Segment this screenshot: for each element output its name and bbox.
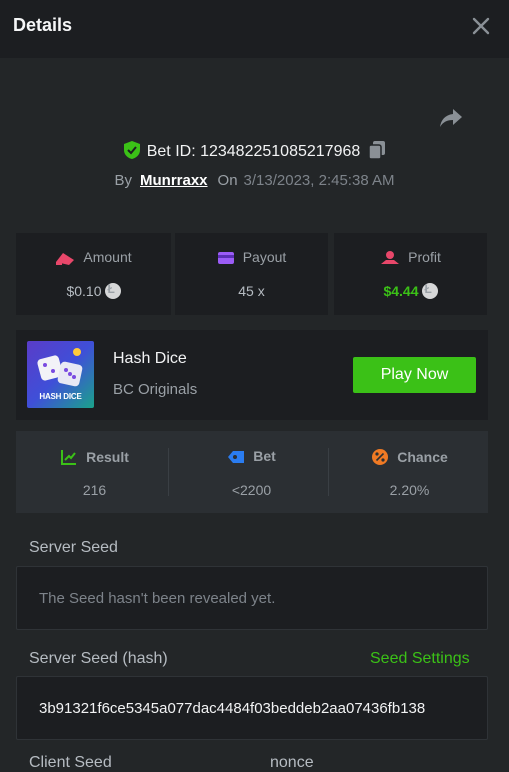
result-chart-icon [61, 450, 77, 465]
coin-icon [421, 282, 438, 299]
result-panel: Result 216 Bet <2200 Chance 2.20% [16, 431, 488, 513]
game-name: Hash Dice [113, 350, 187, 367]
server-seed-hash-label: Server Seed (hash) [29, 650, 168, 667]
modal-title: Details [13, 15, 73, 35]
payout-label: Payout [242, 249, 287, 265]
divider [328, 448, 329, 496]
profit-box: Profit $4.44 [334, 233, 487, 315]
copy-icon[interactable] [368, 140, 386, 160]
chance-column: Chance 2.20% [331, 431, 488, 513]
bet-datetime: 3/13/2023, 2:45:38 AM [243, 172, 395, 189]
seed-settings-link[interactable]: Seed Settings [370, 650, 470, 668]
nonce-label: nonce [270, 754, 314, 771]
server-seed-hash-field[interactable]: 3b91321f6ce5345a077dac4484f03beddeb2aa07… [16, 676, 488, 740]
amount-icon [56, 253, 75, 265]
server-seed-value: The Seed hasn't been revealed yet. [39, 590, 276, 607]
bet-label: Bet [253, 448, 276, 464]
result-column: Result 216 [16, 431, 173, 513]
game-thumbnail[interactable]: HASH DICE [27, 341, 94, 408]
amount-label: Amount [83, 249, 132, 265]
username-link[interactable]: Munrraxx [140, 172, 208, 189]
bet-meta-row: By Munrraxx On 3/13/2023, 2:45:38 AM [0, 172, 509, 189]
by-label: By [114, 172, 132, 189]
divider [168, 448, 169, 496]
modal-header: Details [0, 0, 509, 58]
game-card: HASH DICE Hash Dice BC Originals Play No… [16, 330, 488, 420]
dice-icon [37, 348, 83, 387]
result-label: Result [86, 449, 129, 465]
payout-value: 45 x [238, 283, 265, 299]
on-label: On [217, 172, 238, 189]
game-provider: BC Originals [113, 381, 198, 398]
bet-value: <2200 [231, 482, 272, 498]
bet-tag-icon [228, 451, 245, 463]
bet-column: Bet <2200 [173, 431, 330, 513]
share-icon[interactable] [438, 106, 464, 130]
profit-value: $4.44 [383, 283, 419, 299]
chance-label: Chance [397, 449, 448, 465]
server-seed-hash-value: 3b91321f6ce5345a077dac4484f03beddeb2aa07… [39, 700, 426, 717]
amount-value: $0.10 [66, 283, 102, 299]
bet-id-row: Bet ID: 123482251085217968 [0, 140, 509, 161]
chance-percent-icon [372, 449, 389, 465]
result-value: 216 [82, 482, 107, 498]
verified-shield-icon [123, 141, 140, 159]
amount-box: Amount $0.10 [16, 233, 171, 315]
server-seed-label: Server Seed [29, 539, 118, 556]
client-seed-label: Client Seed [29, 754, 112, 771]
payout-icon [217, 252, 234, 264]
game-thumbnail-label: HASH DICE [39, 392, 82, 401]
coin-icon [104, 282, 121, 299]
bet-id: Bet ID: 123482251085217968 [146, 143, 361, 160]
chance-value: 2.20% [389, 482, 430, 498]
payout-box: Payout 45 x [175, 233, 328, 315]
close-icon[interactable] [470, 15, 492, 37]
server-seed-field: The Seed hasn't been revealed yet. [16, 566, 488, 630]
profit-icon [381, 251, 400, 264]
play-now-button[interactable]: Play Now [353, 357, 476, 393]
profit-label: Profit [408, 249, 441, 265]
